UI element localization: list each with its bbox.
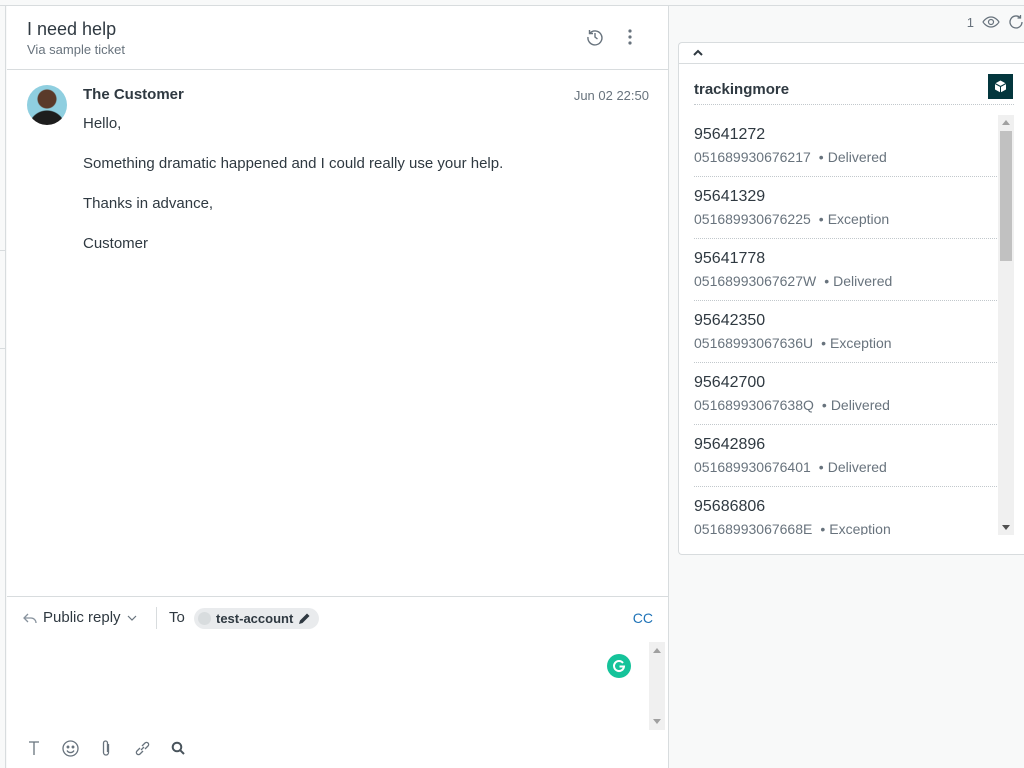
tracking-number: 05168993067668E — [694, 521, 813, 535]
reply-type-label: Public reply — [43, 609, 121, 626]
tracking-status: Delivered — [827, 459, 887, 475]
tracking-number: 05168993067627W — [694, 273, 817, 289]
order-number: 95641272 — [694, 126, 766, 143]
tracking-status: Delivered — [833, 273, 893, 289]
reply-composer: Public reply To test-account CC — [7, 596, 669, 768]
order-number: 95641778 — [694, 250, 766, 267]
tracking-number: 05168993067638Q — [694, 397, 814, 413]
trackingmore-app-card: trackingmore 95641272 051689930676217 • De… — [678, 42, 1024, 555]
to-label: To — [169, 609, 185, 626]
order-number: 95642896 — [694, 436, 766, 453]
collapse-toggle[interactable] — [679, 43, 1024, 64]
divider — [0, 250, 6, 251]
order-number: 95686806 — [694, 498, 766, 515]
tracking-status: Exception — [830, 335, 892, 351]
tracking-list: 95641272 051689930676217 • Delivered 95641… — [694, 115, 997, 535]
apps-sidebar: 1 trackingmore 95641272 051689930676217 •… — [670, 6, 1024, 768]
attachment-icon[interactable] — [97, 739, 115, 757]
cc-button[interactable]: CC — [633, 610, 653, 626]
tracking-number: 051689930676401 — [694, 459, 811, 475]
tracking-item[interactable]: 95686806 05168993067668E • Exception — [694, 487, 997, 535]
tracking-item[interactable]: 95641272 051689930676217 • Delivered — [694, 115, 997, 177]
scroll-down-arrow[interactable] — [1002, 525, 1010, 530]
order-number: 95642700 — [694, 374, 766, 391]
message-paragraph: Something dramatic happened and I could … — [83, 155, 504, 172]
tracking-status: Delivered — [827, 149, 887, 165]
divider — [694, 104, 1014, 105]
reply-editor[interactable] — [23, 641, 653, 731]
tracking-item[interactable]: 95642350 05168993067636U • Exception — [694, 301, 997, 363]
app-title: trackingmore — [694, 81, 790, 98]
reply-type-dropdown[interactable]: Public reply — [23, 609, 137, 626]
search-icon[interactable] — [169, 739, 187, 757]
message-timestamp: Jun 02 22:50 — [573, 88, 649, 103]
tracking-status: Exception — [829, 521, 891, 535]
ticket-channel: Via sample ticket — [27, 42, 126, 57]
history-icon[interactable] — [584, 26, 606, 48]
recipient-avatar — [198, 612, 211, 625]
list-scrollbar[interactable] — [998, 115, 1014, 535]
recipient-name: test-account — [216, 611, 294, 626]
emoji-icon[interactable] — [61, 739, 79, 757]
left-nav-strip — [0, 6, 6, 768]
ticket-conversation-pane: I need help Via sample ticket The Custom… — [7, 6, 669, 768]
scroll-up-arrow[interactable] — [1002, 120, 1010, 125]
tracking-number: 051689930676225 — [694, 211, 811, 227]
grammarly-icon[interactable] — [607, 654, 631, 678]
more-vertical-icon[interactable] — [619, 26, 641, 48]
eye-icon[interactable] — [982, 16, 1000, 28]
divider — [0, 348, 6, 349]
avatar — [27, 85, 67, 125]
chevron-down-icon — [127, 615, 136, 621]
ticket-header: I need help Via sample ticket — [7, 6, 669, 70]
viewer-count: 1 — [966, 14, 974, 30]
composer-toolbar — [25, 739, 187, 757]
editor-scrollbar[interactable] — [649, 642, 665, 730]
tracking-number: 051689930676217 — [694, 149, 811, 165]
message-author: The Customer — [83, 86, 184, 103]
tracking-number: 05168993067636U — [694, 335, 814, 351]
ticket-title: I need help — [27, 19, 117, 39]
recipient-pill[interactable]: test-account — [194, 608, 320, 629]
scroll-down-arrow[interactable] — [653, 719, 661, 724]
pencil-icon[interactable] — [298, 612, 311, 625]
sidebar-top-bar: 1 — [967, 14, 1024, 30]
scrollbar-thumb[interactable] — [1000, 131, 1012, 261]
message-paragraph: Customer — [83, 235, 149, 252]
refresh-icon[interactable] — [1008, 14, 1024, 30]
app-logo-icon — [988, 74, 1013, 99]
tracking-item[interactable]: 95641778 05168993067627W • Delivered — [694, 239, 997, 301]
message-paragraph: Thanks in advance, — [83, 195, 214, 212]
scroll-up-arrow[interactable] — [653, 648, 661, 653]
reply-icon — [23, 613, 37, 623]
chevron-up-icon — [693, 45, 703, 59]
tracking-item[interactable]: 95642896 051689930676401 • Delivered — [694, 425, 997, 487]
order-number: 95642350 — [694, 312, 766, 329]
tracking-status: Exception — [827, 211, 890, 227]
text-format-icon[interactable] — [25, 739, 43, 757]
link-icon[interactable] — [133, 739, 151, 757]
tracking-item[interactable]: 95641329 051689930676225 • Exception — [694, 177, 997, 239]
divider — [156, 607, 157, 629]
message-body: Hello, Something dramatic happened and I… — [83, 114, 643, 274]
tracking-item[interactable]: 95642700 05168993067638Q • Delivered — [694, 363, 997, 425]
tracking-status: Delivered — [830, 397, 890, 413]
order-number: 95641329 — [694, 188, 766, 205]
message-paragraph: Hello, — [83, 115, 122, 132]
